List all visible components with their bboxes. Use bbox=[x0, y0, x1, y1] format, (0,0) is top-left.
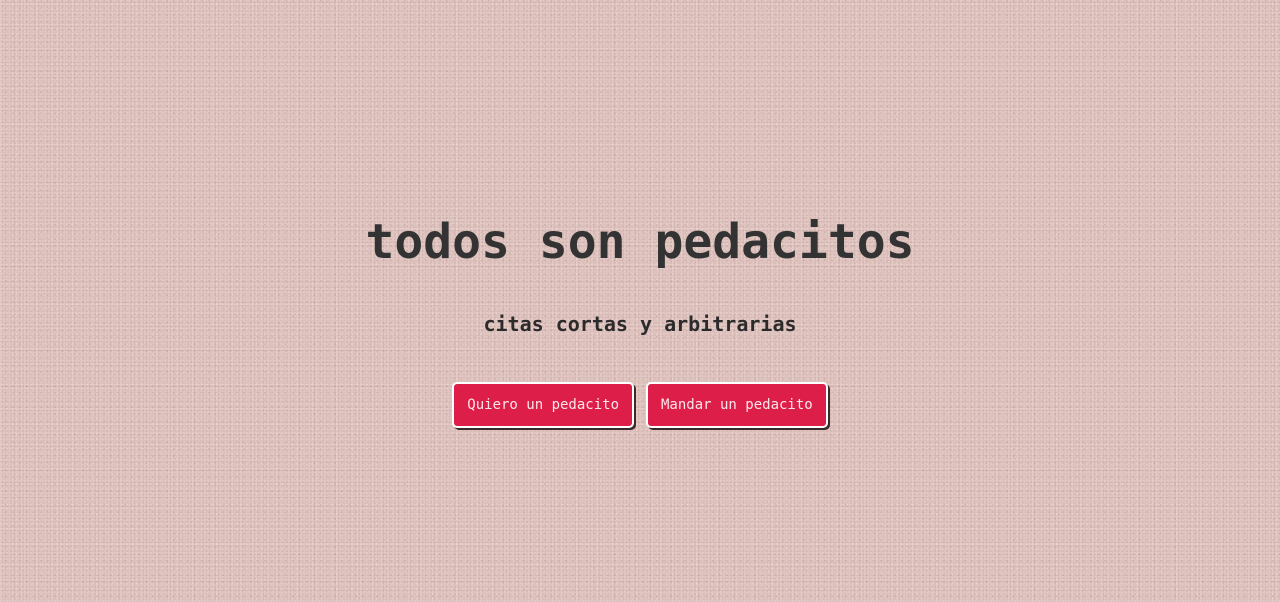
request-quote-button[interactable]: Quiero un pedacito bbox=[452, 382, 634, 428]
hero-section: todos son pedacitos citas cortas y arbit… bbox=[0, 0, 1280, 602]
action-buttons: Quiero un pedacito Mandar un pedacito bbox=[0, 382, 1280, 428]
send-quote-button[interactable]: Mandar un pedacito bbox=[646, 382, 828, 428]
page-title: todos son pedacitos bbox=[365, 214, 915, 270]
page-subtitle: citas cortas y arbitrarias bbox=[483, 312, 797, 336]
